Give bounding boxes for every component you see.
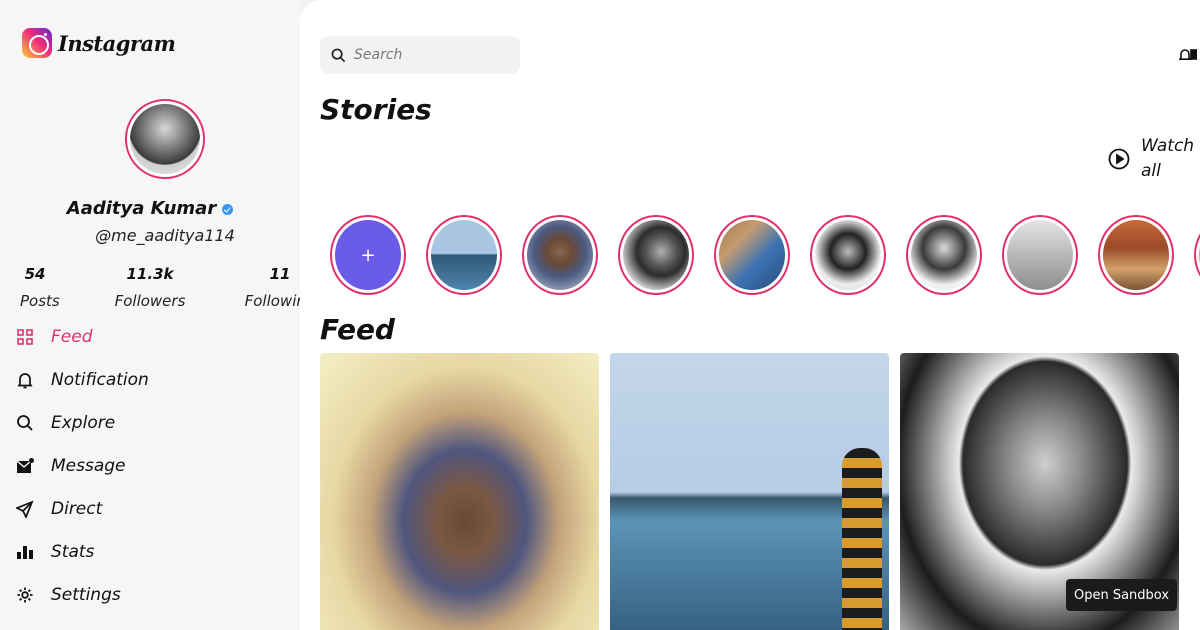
feed-grid	[320, 353, 1179, 630]
nav-label: Direct	[51, 498, 103, 519]
nav-item-explore[interactable]: Explore	[16, 401, 149, 444]
watch-all-button[interactable]: Watch all	[1108, 134, 1200, 184]
feed-post[interactable]	[610, 353, 889, 630]
watch-all-label: Watch all	[1141, 136, 1195, 181]
nav-label: Feed	[51, 326, 93, 347]
nav-label: Explore	[51, 412, 116, 433]
search-input[interactable]	[354, 47, 504, 63]
stories-row: +	[330, 215, 1200, 295]
story-item[interactable]	[1002, 215, 1078, 295]
nav-label: Stats	[51, 541, 95, 562]
stories-title: Stories	[320, 93, 432, 126]
main-content: Stories Watch all + Feed	[300, 0, 1200, 630]
story-image	[911, 220, 977, 290]
story-item[interactable]	[618, 215, 694, 295]
story-item[interactable]	[906, 215, 982, 295]
logo-wordmark: Instagram	[58, 30, 176, 56]
story-image	[815, 220, 881, 290]
stat-posts[interactable]: 54 Posts	[20, 265, 60, 310]
search-icon	[331, 48, 346, 62]
story-image	[431, 220, 497, 290]
add-story-icon: +	[335, 220, 401, 290]
story-item[interactable]	[714, 215, 790, 295]
nav-item-settings[interactable]: Settings	[16, 573, 149, 616]
play-circle-icon	[1108, 148, 1130, 170]
story-image	[623, 220, 689, 290]
profile-avatar[interactable]	[125, 99, 205, 179]
nav-label: Message	[51, 455, 126, 476]
search-icon	[16, 414, 34, 432]
stat-following[interactable]: 11 Following	[240, 265, 300, 310]
grid-icon	[16, 328, 34, 346]
story-image	[527, 220, 593, 290]
nav-label: Settings	[51, 584, 121, 605]
avatar-image	[130, 104, 200, 174]
sidebar: Instagram Aaditya Kumar @me_aaditya114 5…	[0, 0, 300, 630]
story-image	[1103, 220, 1169, 290]
nav-item-notification[interactable]: Notification	[16, 358, 149, 401]
app-logo[interactable]: Instagram	[22, 28, 176, 58]
feed-post[interactable]	[320, 353, 599, 630]
story-item[interactable]	[810, 215, 886, 295]
nav-item-message[interactable]: Message	[16, 444, 149, 487]
send-icon	[16, 499, 34, 518]
nav-label: Notification	[51, 369, 149, 390]
gear-icon	[16, 586, 34, 604]
instagram-logo-icon	[22, 28, 52, 58]
story-item[interactable]	[1098, 215, 1174, 295]
stat-label: Posts	[20, 292, 60, 310]
story-image	[1007, 220, 1073, 290]
profile-handle: @me_aaditya114	[95, 226, 235, 245]
bell-icon	[16, 371, 34, 389]
open-sandbox-button[interactable]: Open Sandbox	[1066, 579, 1177, 611]
profile-name-row: Aaditya Kumar	[0, 198, 300, 219]
story-add[interactable]: +	[330, 215, 406, 295]
feed-title: Feed	[320, 313, 395, 346]
sidebar-nav: Feed Notification Explore Message Direct	[16, 315, 149, 616]
stat-value: 11.3k	[126, 265, 174, 283]
stat-value: 11	[269, 265, 291, 283]
nav-item-direct[interactable]: Direct	[16, 487, 149, 530]
stat-value: 54	[24, 265, 46, 283]
search-box[interactable]	[320, 36, 520, 74]
stat-label: Followers	[114, 292, 186, 310]
verified-badge-icon	[222, 203, 234, 215]
story-image	[719, 220, 785, 290]
story-item[interactable]	[1194, 215, 1200, 295]
story-item[interactable]	[522, 215, 598, 295]
nav-item-stats[interactable]: Stats	[16, 530, 149, 573]
bar-chart-icon	[16, 543, 34, 561]
profile-name: Aaditya Kumar	[66, 198, 217, 219]
stat-followers[interactable]: 11.3k Followers	[110, 265, 190, 310]
top-bar-icons[interactable]	[1178, 47, 1198, 67]
bell-icon	[1178, 49, 1198, 60]
mail-icon	[16, 457, 34, 475]
story-item[interactable]	[426, 215, 502, 295]
nav-item-feed[interactable]: Feed	[16, 315, 149, 358]
stat-label: Following	[244, 292, 300, 310]
